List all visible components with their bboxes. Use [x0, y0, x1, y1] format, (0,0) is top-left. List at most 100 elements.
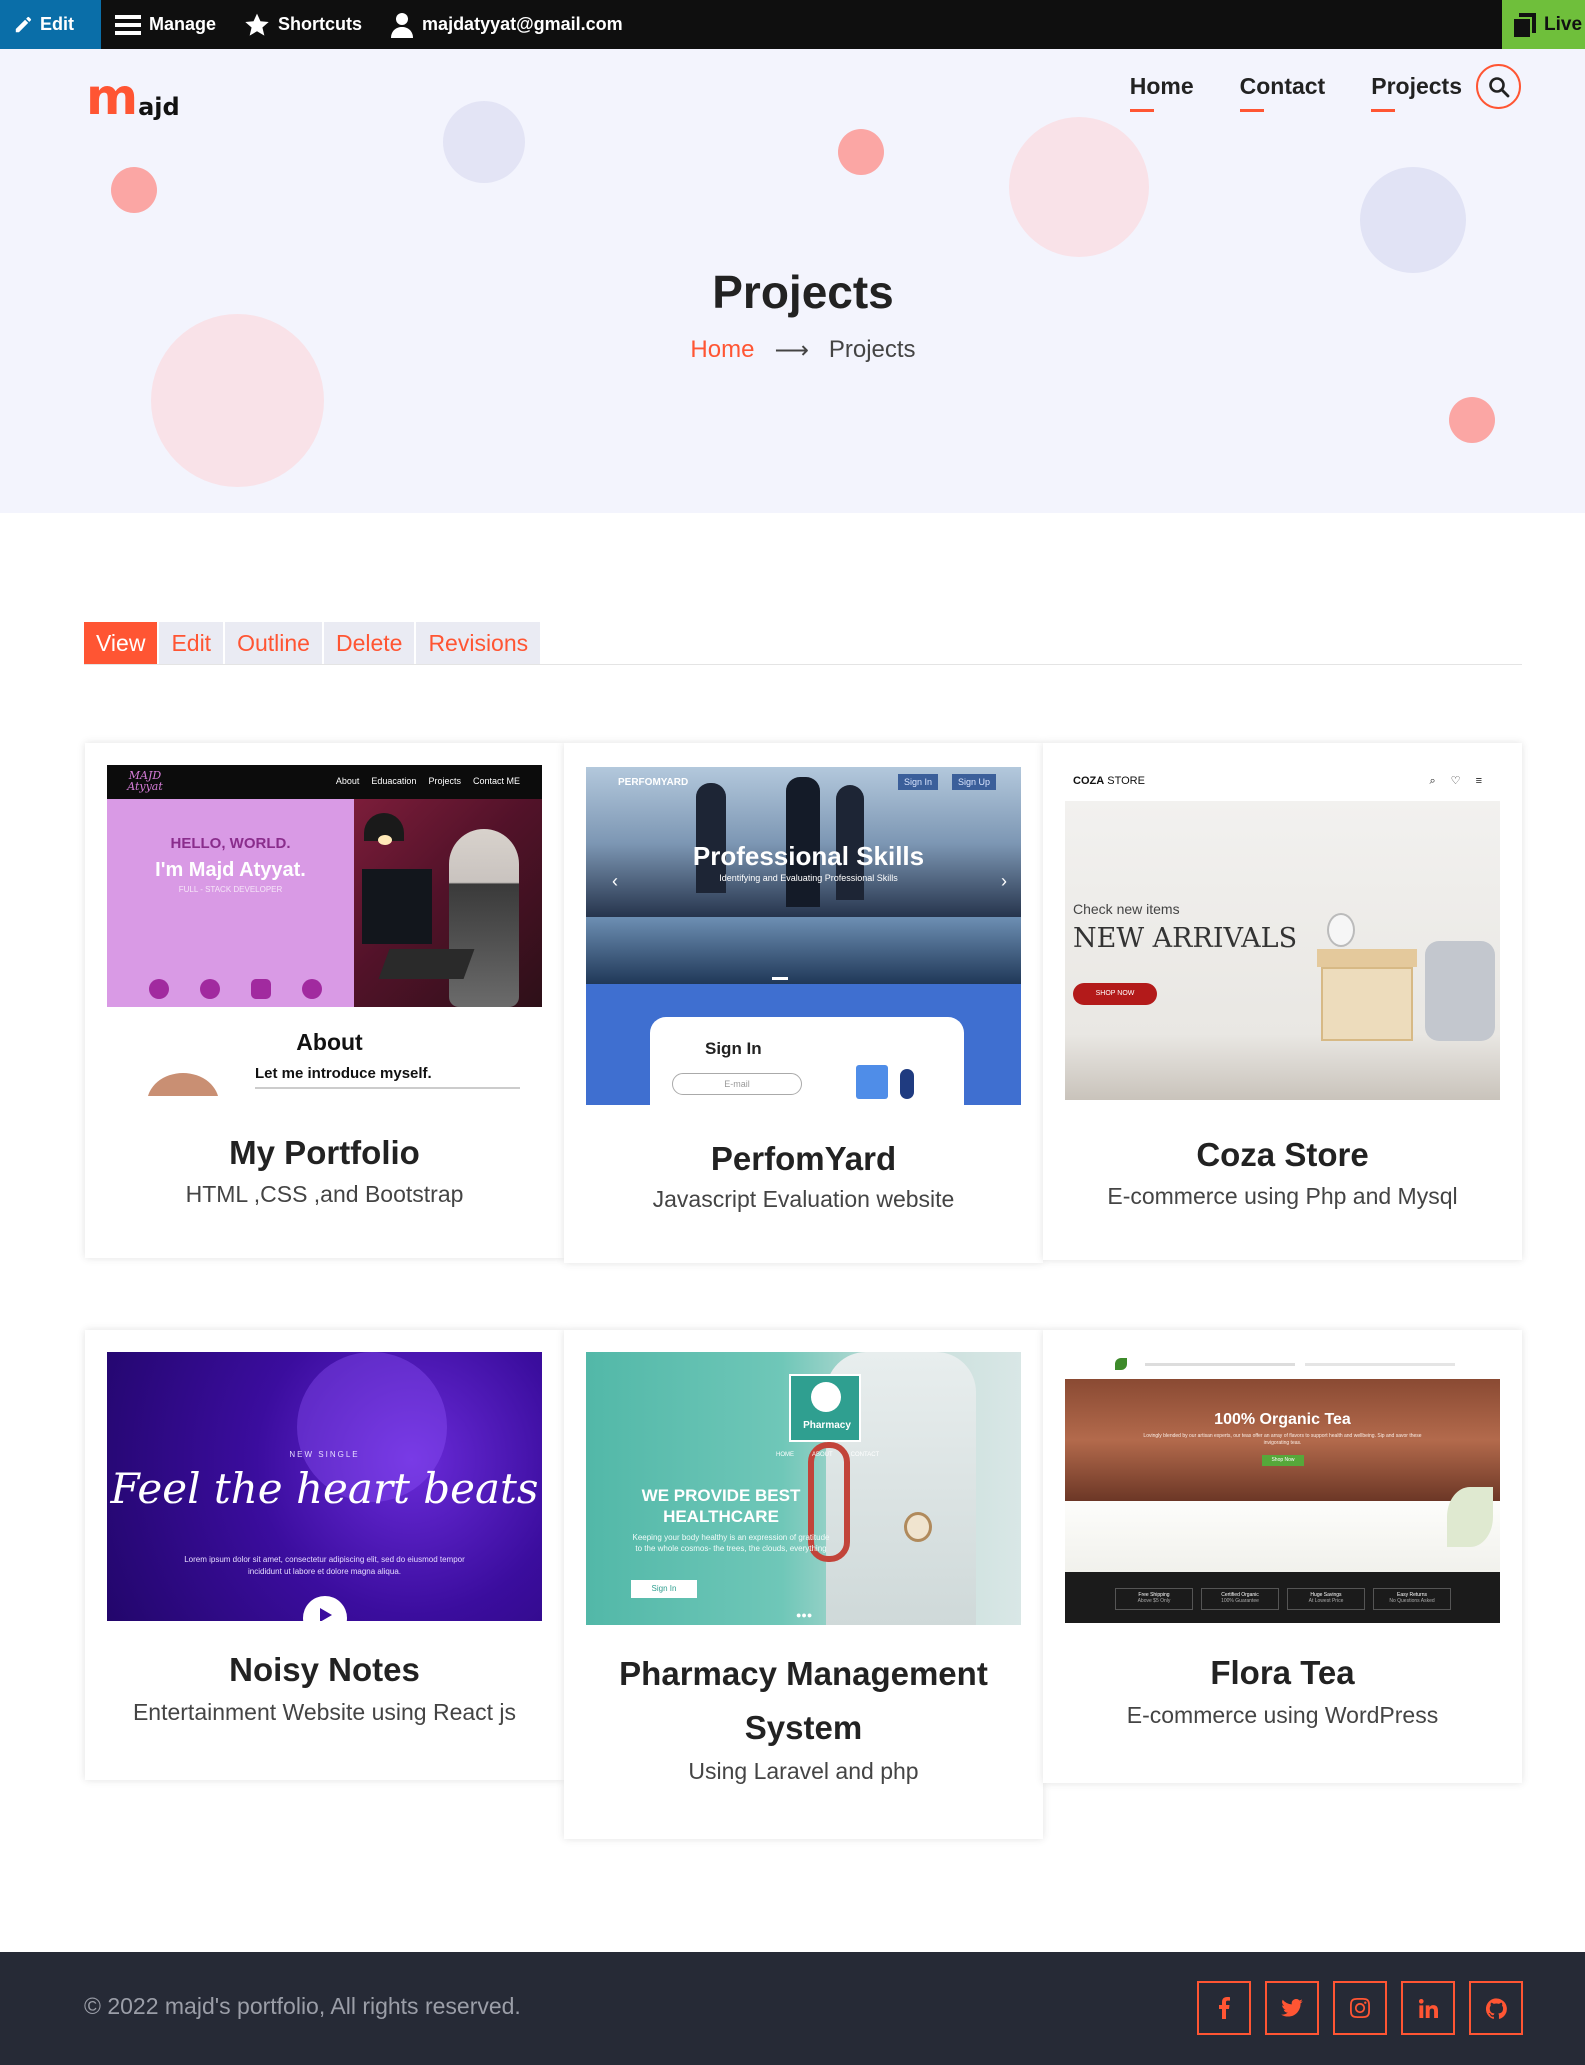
project-card[interactable]: MAJD Atyyat About Eduacation Projects Co…	[85, 743, 564, 1258]
project-thumbnail[interactable]: NEW SINGLE Feel the heart beats Lorem ip…	[107, 1352, 542, 1621]
thumb-feature: Huge Savings At Lowest Price	[1287, 1588, 1365, 1610]
github-link[interactable]	[1469, 1981, 1523, 2035]
thumb-feature: Certified Organic 100% Guarantee	[1201, 1588, 1279, 1610]
thumb-feature: Free Shipping Above $5 Only	[1115, 1588, 1193, 1610]
thumb-about-heading: About	[296, 1029, 363, 1055]
facebook-icon	[1219, 1997, 1230, 2019]
tab-view[interactable]: View	[84, 622, 158, 664]
project-description: Javascript Evaluation website	[652, 1186, 955, 1212]
thumb-kicker: NEW SINGLE	[289, 1450, 360, 1459]
admin-live-button[interactable]: Live	[1502, 0, 1585, 49]
admin-manage-button[interactable]: Manage	[101, 0, 230, 49]
breadcrumb-current: Projects	[828, 336, 916, 363]
project-thumbnail[interactable]: 100% Organic Tea Lovingly blended by our…	[1065, 1352, 1500, 1623]
thumb-headline: NEW ARRIVALS	[1073, 923, 1298, 954]
thumb-nav-links: HOME ABOUT CONTACT	[776, 1452, 879, 1458]
thumb-leaf-decor	[1447, 1487, 1493, 1547]
instagram-link[interactable]	[1333, 1981, 1387, 2035]
caduceus-icon	[811, 1382, 841, 1412]
thumb-clock	[1327, 913, 1355, 947]
copyright-text: © 2022 majd's portfolio, All rights rese…	[84, 1993, 521, 2019]
thumb-signin-button: Sign In	[898, 774, 939, 790]
admin-user-button[interactable]: majdatyyat@gmail.com	[376, 0, 637, 49]
site-logo[interactable]: m ajd	[86, 68, 180, 126]
project-thumbnail[interactable]: PERFOMYARD Sign In Sign Up Professional …	[586, 767, 1021, 1105]
thumb-body: Keeping your body healthy is an expressi…	[632, 1533, 830, 1553]
project-description: E-commerce using Php and Mysql	[1107, 1183, 1458, 1209]
project-title[interactable]: Noisy Notes	[85, 1643, 564, 1697]
thumb-feature-sub: 100% Guarantee	[1221, 1598, 1259, 1604]
local-tasks-tabs: View Edit Outline Delete Revisions	[84, 622, 541, 664]
project-title[interactable]: PerfomYard	[564, 1132, 1043, 1186]
linkedin-link[interactable]	[1401, 1981, 1455, 2035]
social-links	[1197, 1981, 1523, 2035]
thumb-intro: Let me introduce myself.	[255, 1065, 432, 1082]
project-thumbnail[interactable]: COZA STORE ⌕ ♡ ≡ Check new items NEW ARR…	[1065, 767, 1500, 1100]
project-description: Entertainment Website using React js	[132, 1699, 517, 1725]
site-footer: © 2022 majd's portfolio, All rights rese…	[0, 1952, 1585, 2065]
twitter-link[interactable]	[1265, 1981, 1319, 2035]
thumb-headline: WE PROVIDE BEST HEALTHCARE	[641, 1486, 801, 1526]
project-title[interactable]: Coza Store	[1043, 1128, 1522, 1182]
nav-home-link[interactable]: Home	[1129, 73, 1194, 112]
project-title[interactable]: Flora Tea	[1043, 1646, 1522, 1700]
thumb-table	[586, 917, 1021, 984]
project-card[interactable]: COZA STORE ⌕ ♡ ≡ Check new items NEW ARR…	[1043, 743, 1522, 1260]
admin-live-label: Live	[1544, 13, 1583, 35]
facebook-link[interactable]	[1197, 1981, 1251, 2035]
project-thumbnail[interactable]: Pharmacy HOME ABOUT CONTACT WE PROVIDE B…	[586, 1352, 1021, 1625]
admin-edit-button[interactable]: Edit	[0, 0, 101, 49]
breadcrumb-home-link[interactable]: Home	[690, 336, 754, 365]
search-button[interactable]	[1476, 64, 1521, 109]
nav-projects-link[interactable]: Projects	[1371, 73, 1462, 112]
nav-contact-link[interactable]: Contact	[1239, 73, 1325, 112]
user-icon	[391, 12, 414, 38]
main-nav: Home Contact Projects	[1129, 64, 1521, 112]
thumb-nav-item: About	[335, 776, 360, 786]
thumb-signup-button: Sign Up	[952, 774, 997, 790]
thumb-name: I'm Majd Atyyat.	[155, 859, 306, 881]
thumb-next-icon: ›	[1001, 871, 1007, 891]
tab-edit[interactable]: Edit	[159, 622, 224, 664]
thumb-email-field: E-mail	[672, 1073, 802, 1095]
admin-toolbar: Edit Manage Shortcuts majdatyyat@gmail.c…	[0, 0, 1585, 49]
project-thumbnail[interactable]: MAJD Atyyat About Eduacation Projects Co…	[107, 765, 542, 1096]
thumb-nav-item: ABOUT	[812, 1452, 833, 1458]
thumb-avatar	[147, 1073, 219, 1096]
project-title[interactable]: My Portfolio	[85, 1126, 564, 1180]
thumb-chair	[1425, 941, 1495, 1041]
project-title[interactable]: Pharmacy Management System	[564, 1647, 1043, 1755]
project-card[interactable]: Pharmacy HOME ABOUT CONTACT WE PROVIDE B…	[564, 1330, 1043, 1839]
admin-shortcuts-button[interactable]: Shortcuts	[230, 0, 376, 49]
thumb-features-bar: Free Shipping Above $5 Only Certified Or…	[1065, 1572, 1500, 1623]
thumb-feature: Easy Returns No Questions Asked	[1373, 1588, 1451, 1610]
thumb-nav-item: Eduacation	[371, 776, 417, 786]
thumb-lamp-light	[378, 835, 392, 845]
project-card[interactable]: PERFOMYARD Sign In Sign Up Professional …	[564, 743, 1043, 1263]
logo-mark: m	[86, 68, 138, 126]
tab-delete[interactable]: Delete	[323, 622, 415, 664]
tab-revisions[interactable]: Revisions	[416, 622, 541, 664]
project-card[interactable]: NEW SINGLE Feel the heart beats Lorem ip…	[85, 1330, 564, 1780]
admin-user-label: majdatyyat@gmail.com	[422, 14, 623, 34]
thumb-feature-sub: No Questions Asked	[1389, 1598, 1435, 1604]
thumb-body: Lovingly blended by our artisan experts,…	[1143, 1433, 1422, 1446]
thumb-headline: Feel the heart beats	[110, 1464, 539, 1513]
thumb-brand-bold: COZA	[1073, 775, 1105, 787]
thumb-brand-light: STORE	[1104, 775, 1145, 787]
tab-outline[interactable]: Outline	[225, 622, 322, 664]
github-icon	[149, 979, 169, 999]
thumb-nightstand	[1317, 949, 1417, 967]
thumb-nav-links: About Eduacation Projects Contact ME	[336, 776, 520, 786]
decor-bubble	[111, 167, 157, 213]
thumb-hello: HELLO, WORLD.	[170, 835, 291, 852]
thumb-hero-image: 100% Organic Tea Lovingly blended by our…	[1065, 1379, 1500, 1501]
thumb-logo: MAJD Atyyat	[127, 769, 163, 793]
instagram-icon	[251, 979, 271, 999]
thumb-header-icons: ⌕ ♡ ≡	[1429, 775, 1488, 787]
admin-manage-label: Manage	[149, 14, 217, 34]
decor-bubble	[1449, 397, 1495, 443]
thumb-navbar: MAJD Atyyat About Eduacation Projects Co…	[107, 765, 542, 799]
project-card[interactable]: 100% Organic Tea Lovingly blended by our…	[1043, 1330, 1522, 1783]
thumb-logo-text: Pharmacy	[803, 1420, 851, 1431]
